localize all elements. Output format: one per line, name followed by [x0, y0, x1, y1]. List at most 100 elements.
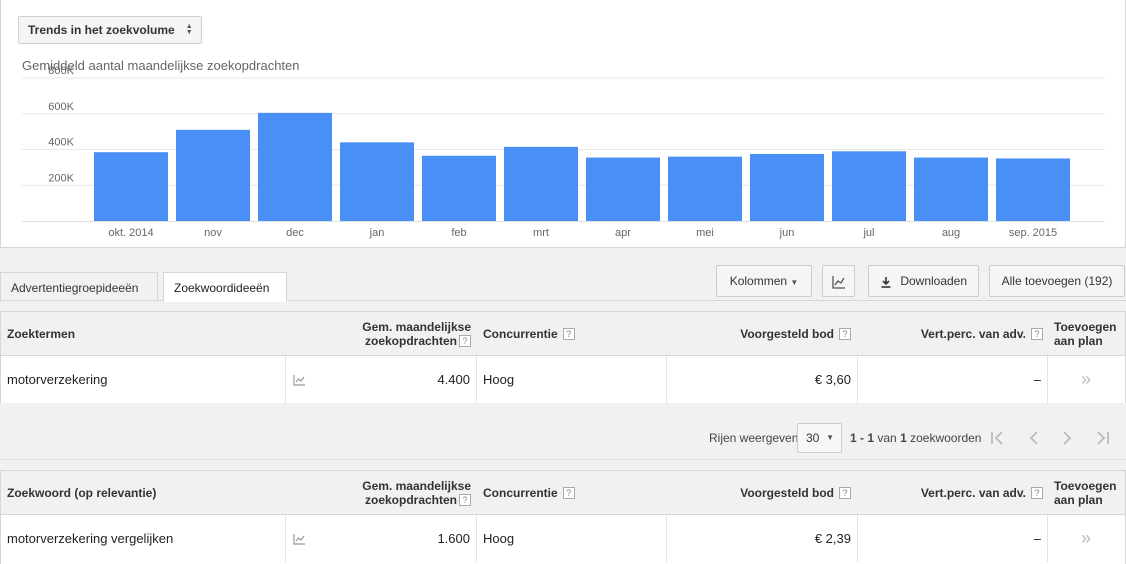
header-volume[interactable]: Gem. maandelijkse zoekopdrachten?	[291, 312, 471, 355]
bar[interactable]	[340, 142, 414, 221]
x-tick-label: feb	[451, 227, 466, 239]
header-term[interactable]: Zoekwoord (op relevantie)	[7, 471, 277, 514]
last-page-icon[interactable]	[1094, 429, 1112, 447]
help-icon[interactable]: ?	[562, 327, 575, 340]
bar[interactable]	[422, 155, 496, 221]
header-add-to-plan: Toevoegen aan plan	[1054, 471, 1126, 514]
columns-label: Kolommen	[729, 274, 788, 288]
y-tick-label: 800K	[48, 65, 74, 77]
trend-chart-icon[interactable]	[293, 515, 313, 562]
bar[interactable]	[586, 157, 660, 221]
table-header: Zoekwoord (op relevantie) Gem. maandelij…	[1, 471, 1125, 515]
bar[interactable]	[258, 112, 332, 221]
download-icon	[881, 276, 891, 288]
trend-chart-icon[interactable]	[293, 356, 313, 403]
x-tick-label: apr	[615, 227, 631, 239]
page-range-text: 1 - 1 van 1 zoekwoorden	[850, 431, 981, 445]
keyword-cell: motorverzekering	[7, 372, 108, 387]
rows-value: 30	[806, 431, 820, 445]
bid-cell: € 3,60	[814, 372, 851, 387]
volume-cell: 4.400	[437, 372, 470, 387]
x-tick-label: okt. 2014	[108, 227, 153, 239]
help-icon[interactable]: ?	[1031, 486, 1043, 499]
rows-label: Rijen weergeven:	[709, 431, 802, 445]
tab-label: Advertentiegroepideeën	[11, 281, 139, 295]
table-header: Zoektermen Gem. maandelijkse zoekopdrach…	[1, 312, 1125, 356]
header-competition[interactable]: Concurrentie?	[483, 471, 653, 514]
header-add-line2: aan plan	[1054, 492, 1103, 507]
header-term-label: Zoektermen	[7, 326, 76, 341]
help-icon[interactable]: ?	[839, 486, 851, 499]
search-terms-table: Zoektermen Gem. maandelijkse zoekopdrach…	[0, 311, 1126, 403]
x-tick-label: dec	[286, 227, 304, 239]
header-volume-label-line2: zoekopdrachten	[364, 333, 457, 348]
header-share-label: Vert.perc. van adv.	[920, 326, 1026, 341]
rows-per-page-select[interactable]: 30 ▼	[797, 423, 842, 453]
tab-keyword-ideas[interactable]: Zoekwoordideeën	[163, 272, 287, 302]
add-all-button[interactable]: Alle toevoegen (192)	[989, 265, 1125, 297]
header-add-line1: Toevoegen	[1054, 478, 1117, 493]
table-row: motorverzekering 4.400 Hoog € 3,60 – »	[1, 356, 1125, 403]
help-icon[interactable]: ?	[562, 486, 575, 499]
x-tick-label: jun	[779, 227, 795, 239]
table-row: motorverzekering vergelijken 1.600 Hoog …	[1, 515, 1125, 562]
header-competition-label: Concurrentie	[483, 485, 558, 500]
header-ad-share[interactable]: Vert.perc. van adv.?	[863, 471, 1043, 514]
x-tick-label: mei	[696, 227, 714, 239]
tab-ad-group-ideas[interactable]: Advertentiegroepideeën	[0, 272, 158, 301]
header-volume-label-line2: zoekopdrachten	[364, 492, 457, 507]
keyword-cell: motorverzekering vergelijken	[7, 531, 174, 546]
x-tick-label: sep. 2015	[1009, 227, 1057, 239]
header-competition-label: Concurrentie	[483, 326, 558, 341]
add-all-label: Alle toevoegen (192)	[1001, 274, 1113, 288]
ad-share-cell: –	[1033, 372, 1041, 387]
bid-cell: € 2,39	[814, 531, 851, 546]
add-to-plan-icon[interactable]: »	[1081, 515, 1101, 562]
x-tick-label: jan	[369, 227, 385, 239]
search-volume-chart: 200K 400K 600K 800K okt. 2014 nov dec jan feb mrt…	[22, 65, 1105, 239]
line-chart-icon	[831, 275, 845, 289]
next-page-icon[interactable]	[1058, 429, 1076, 447]
header-term[interactable]: Zoektermen	[7, 312, 277, 355]
x-tick-label: nov	[204, 227, 222, 239]
prev-page-icon[interactable]	[1025, 429, 1043, 447]
columns-button[interactable]: Kolommen ▼	[716, 265, 812, 297]
bar[interactable]	[750, 153, 824, 221]
header-competition[interactable]: Concurrentie?	[483, 312, 653, 355]
help-icon[interactable]: ?	[459, 335, 471, 348]
add-to-plan-icon[interactable]: »	[1081, 356, 1101, 403]
ad-share-cell: –	[1033, 531, 1041, 546]
chart-panel: Trends in het zoekvolume ▲ ▼ Gemiddeld aa…	[0, 0, 1126, 248]
header-term-label: Zoekwoord (op relevantie)	[7, 485, 157, 500]
bar[interactable]	[504, 146, 578, 221]
bar[interactable]	[914, 157, 988, 221]
download-button[interactable]: Downloaden	[868, 265, 979, 297]
header-bid[interactable]: Voorgesteld bod?	[671, 312, 851, 355]
header-ad-share[interactable]: Vert.perc. van adv.?	[863, 312, 1043, 355]
chart-toggle-button[interactable]	[822, 265, 855, 297]
bar[interactable]	[996, 158, 1070, 221]
keyword-ideas-table: Zoekwoord (op relevantie) Gem. maandelij…	[0, 470, 1126, 564]
range-value: 1 - 1	[850, 431, 875, 445]
bar[interactable]	[94, 152, 168, 221]
header-volume-label-line1: Gem. maandelijkse	[362, 478, 471, 493]
caret-down-icon: ▼	[790, 278, 799, 287]
volume-cell: 1.600	[437, 531, 470, 546]
header-bid[interactable]: Voorgesteld bod?	[671, 471, 851, 514]
header-volume[interactable]: Gem. maandelijkse zoekopdrachten?	[291, 471, 471, 514]
header-bid-label: Voorgesteld bod	[740, 326, 834, 341]
competition-cell: Hoog	[483, 372, 515, 387]
bar[interactable]	[176, 129, 250, 221]
header-bid-label: Voorgesteld bod	[740, 485, 834, 500]
help-icon[interactable]: ?	[1031, 327, 1043, 340]
help-icon[interactable]: ?	[839, 327, 851, 340]
tab-label: Zoekwoordideeën	[174, 281, 270, 295]
unit-label: zoekwoorden	[910, 431, 982, 445]
first-page-icon[interactable]	[988, 429, 1006, 447]
help-icon[interactable]: ?	[459, 494, 471, 507]
header-share-label: Vert.perc. van adv.	[920, 485, 1026, 500]
bar[interactable]	[668, 156, 742, 221]
bar[interactable]	[832, 151, 906, 221]
x-tick-label: aug	[942, 227, 960, 239]
header-add-line2: aan plan	[1054, 333, 1103, 348]
